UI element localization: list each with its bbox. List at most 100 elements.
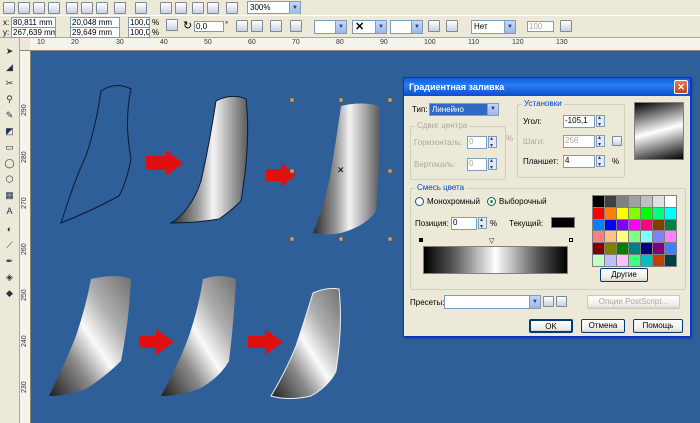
steps-spinner[interactable] [596,134,605,148]
end-marker[interactable] [569,238,573,242]
type-dropdown[interactable]: Линейно ▼ [429,103,499,116]
help-button[interactable]: Помощь [633,319,683,333]
angle-spinner[interactable] [596,114,605,128]
lock-icon[interactable] [612,136,622,146]
palette-swatch[interactable] [653,196,664,207]
gradient-band[interactable] [423,246,568,274]
text-tool-icon[interactable]: A [3,206,16,217]
freehand-tool-icon[interactable]: ✎ [3,110,16,121]
palette-swatch[interactable] [617,219,628,231]
palette-swatch[interactable] [653,219,664,231]
copy-icon[interactable] [81,2,93,14]
new-document-icon[interactable] [3,2,15,14]
rotation-field[interactable]: 0,0 [194,21,224,32]
palette-swatch[interactable] [605,231,616,243]
palette-swatch[interactable] [605,255,616,266]
cancel-button[interactable]: Отмена [581,319,625,333]
palette-swatch[interactable] [605,196,616,207]
lock-ratio-icon[interactable] [166,19,178,31]
scale-height-field[interactable]: 100,0 [128,27,150,38]
palette-swatch[interactable] [641,207,652,219]
start-marker[interactable] [419,238,423,242]
rectangle-tool-icon[interactable]: ▭ [3,142,16,153]
palette-swatch[interactable] [593,243,604,255]
palette-swatch[interactable] [629,219,640,231]
palette-swatch[interactable] [641,219,652,231]
postscript-options-button[interactable]: Опции PostScript... [587,295,680,309]
palette-swatch[interactable] [629,255,640,266]
palette-swatch[interactable] [593,196,604,207]
vertical-field[interactable]: 0 [467,158,487,171]
redo-icon[interactable] [135,2,147,14]
midpoint-marker-icon[interactable]: ▽ [489,237,494,245]
mono-radio[interactable] [415,197,424,206]
custom-radio[interactable] [487,197,496,206]
steps-field[interactable]: 256 [563,135,595,148]
palette-swatch[interactable] [617,207,628,219]
basic-shapes-icon[interactable]: ▦ [3,190,16,201]
palette-swatch[interactable] [593,207,604,219]
selected-metal-shape[interactable] [313,103,380,235]
end-arrow-dropdown[interactable]: ▼ [390,20,423,34]
horizontal-field[interactable]: 0 [467,136,487,149]
start-arrow-dropdown[interactable]: ▼ [314,20,347,34]
palette-swatch[interactable] [665,255,676,266]
metal-shape[interactable] [161,276,236,396]
ellipse-tool-icon[interactable]: ◯ [3,158,16,169]
lock-icon[interactable] [270,20,282,32]
save-icon[interactable] [33,2,45,14]
palette-swatch[interactable] [653,255,664,266]
palette-swatch[interactable] [629,207,640,219]
palette-swatch[interactable] [593,255,604,266]
angle-field[interactable]: -105,1 [563,115,595,128]
eyedropper-icon[interactable]: ⟋ [3,240,16,251]
mirror-vertical-icon[interactable] [251,20,263,32]
application-launcher-icon[interactable] [192,2,204,14]
metal-shape[interactable] [270,288,341,399]
corel-online-icon[interactable] [207,2,219,14]
undo-icon[interactable] [114,2,126,14]
palette-swatch[interactable] [665,219,676,231]
outline-dropdown[interactable]: Нет ▼ [471,20,516,34]
palette-swatch[interactable] [617,196,628,207]
interactive-fill-icon[interactable]: ◆ [3,288,16,299]
outline-tool-icon[interactable]: ✒ [3,256,16,267]
shape-tool-icon[interactable]: ◢ [3,62,16,73]
ok-button[interactable]: OK [529,319,573,333]
palette-swatch[interactable] [665,231,676,243]
export-icon[interactable] [175,2,187,14]
outline-width-field[interactable]: 100 [527,21,554,32]
vertical-spinner[interactable] [488,157,497,171]
cut-icon[interactable] [66,2,78,14]
palette-swatch[interactable] [617,255,628,266]
horizontal-ruler[interactable]: 10 20 30 40 50 60 70 80 90 100 110 120 1… [30,38,700,51]
edge-pad-spinner[interactable] [596,154,605,168]
color-palette[interactable] [592,195,677,267]
palette-swatch[interactable] [605,243,616,255]
mirror-horizontal-icon[interactable] [236,20,248,32]
current-color-swatch[interactable] [551,217,575,228]
other-colors-button[interactable]: Другие [600,268,648,282]
paste-icon[interactable] [96,2,108,14]
position-spinner[interactable] [478,216,487,230]
palette-swatch[interactable] [641,255,652,266]
palette-swatch[interactable] [593,219,604,231]
position-field[interactable]: 0 [451,217,477,230]
metal-shape[interactable] [49,276,131,396]
remove-preset-icon[interactable] [556,296,567,307]
fill-tool-icon[interactable]: ◈ [3,272,16,283]
vertical-ruler[interactable]: 290 280 270 260 250 240 230 [20,51,31,423]
palette-swatch[interactable] [653,231,664,243]
crop-tool-icon[interactable]: ✂ [3,78,16,89]
palette-swatch[interactable] [593,231,604,243]
palette-swatch[interactable] [653,207,664,219]
add-preset-icon[interactable] [543,296,554,307]
palette-swatch[interactable] [605,219,616,231]
palette-swatch[interactable] [617,243,628,255]
print-icon[interactable] [48,2,60,14]
palette-swatch[interactable] [665,196,676,207]
metal-shape[interactable] [169,95,249,224]
interactive-blend-icon[interactable]: ◐ [3,224,16,235]
close-icon[interactable]: ✕ [674,80,688,94]
zoom-tool-icon[interactable]: ⚲ [3,94,16,105]
